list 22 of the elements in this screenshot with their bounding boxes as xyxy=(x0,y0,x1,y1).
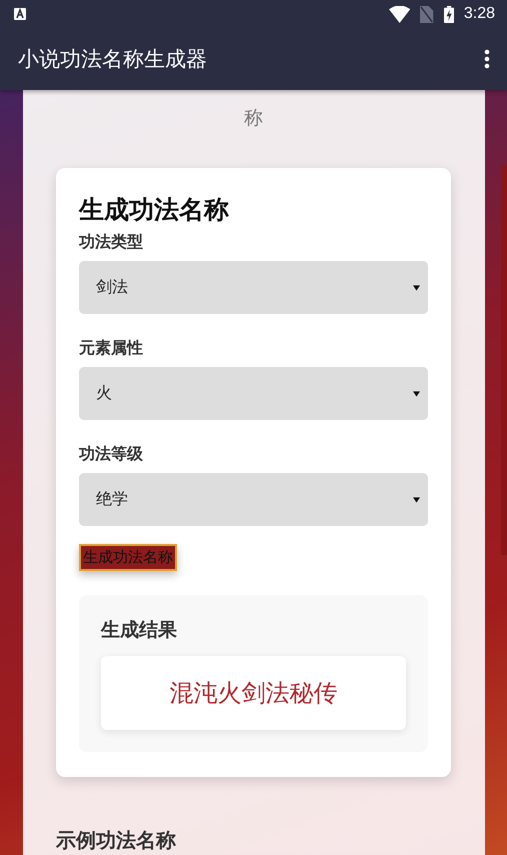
wifi-icon xyxy=(389,6,410,22)
card-title: 生成功法名称 xyxy=(79,194,230,226)
caret-icon xyxy=(413,390,420,396)
clock: 3:28 xyxy=(464,5,495,23)
caret-icon xyxy=(413,496,420,502)
caret-icon xyxy=(413,284,420,290)
subtitle: 称 xyxy=(243,106,264,131)
battery-icon xyxy=(444,6,454,22)
select-field[interactable]: 火 xyxy=(79,367,428,420)
app-title: 小说功法名称生成器 xyxy=(18,46,208,73)
no-sim-icon xyxy=(420,6,434,22)
notification-icon xyxy=(14,8,26,20)
select-field[interactable]: 绝学 xyxy=(79,473,428,526)
section-title: 示例功法名称 xyxy=(56,827,177,854)
field-label: 功法等级 xyxy=(79,443,144,465)
select-field[interactable]: 剑法 xyxy=(79,261,428,314)
field-label: 元素属性 xyxy=(79,337,144,359)
result-title: 生成结果 xyxy=(101,618,178,643)
result-name: 混沌火剑法秘传 xyxy=(101,656,406,730)
field-label: 功法类型 xyxy=(79,231,144,253)
scrollbar[interactable] xyxy=(501,165,507,555)
more-icon[interactable] xyxy=(484,49,490,69)
